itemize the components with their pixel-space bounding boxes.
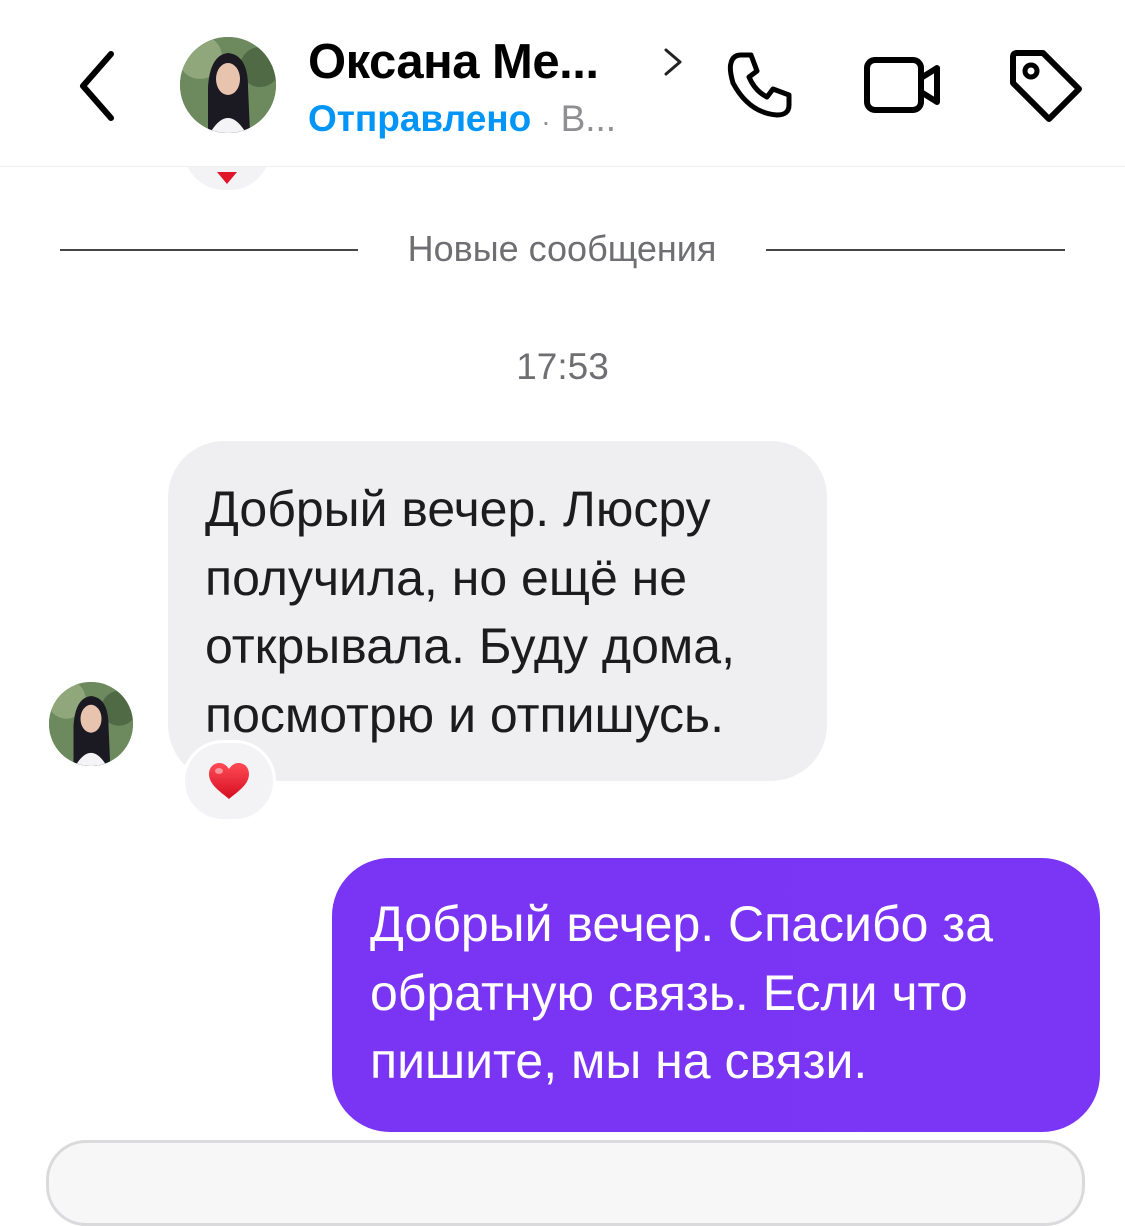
video-camera-icon	[864, 57, 940, 113]
video-call-button[interactable]	[858, 45, 948, 125]
status-extra: В...	[560, 98, 617, 139]
back-button[interactable]	[62, 46, 132, 126]
outgoing-message-bubble[interactable]: Добрый вечер. Спасибо за обратную связь.…	[332, 858, 1100, 1132]
tag-button[interactable]	[1000, 45, 1090, 125]
message-reaction[interactable]	[182, 740, 276, 822]
contact-avatar[interactable]	[180, 37, 276, 133]
back-chevron-icon	[80, 51, 114, 121]
chat-header: Оксана Ме... Отправлено · В...	[0, 0, 1125, 167]
new-messages-divider: Новые сообщения	[407, 228, 717, 269]
divider-line-left	[60, 249, 358, 251]
incoming-message-bubble[interactable]: Добрый вечер. Люсру получила, но ещё не …	[168, 441, 827, 781]
tag-icon	[1010, 50, 1082, 122]
status-separator: ·	[541, 106, 551, 137]
heart-icon	[217, 172, 237, 184]
contact-status: Отправлено · В...	[308, 98, 616, 140]
message-timestamp: 17:53	[516, 346, 609, 387]
heart-icon	[209, 763, 249, 799]
divider-line-right	[766, 249, 1065, 251]
chevron-right-icon[interactable]	[658, 44, 688, 80]
phone-icon	[727, 52, 792, 118]
call-button[interactable]	[714, 45, 804, 125]
contact-name[interactable]: Оксана Ме...	[308, 34, 598, 90]
message-composer[interactable]	[46, 1140, 1085, 1226]
sent-status: Отправлено	[308, 98, 532, 139]
sender-avatar[interactable]	[49, 682, 133, 766]
